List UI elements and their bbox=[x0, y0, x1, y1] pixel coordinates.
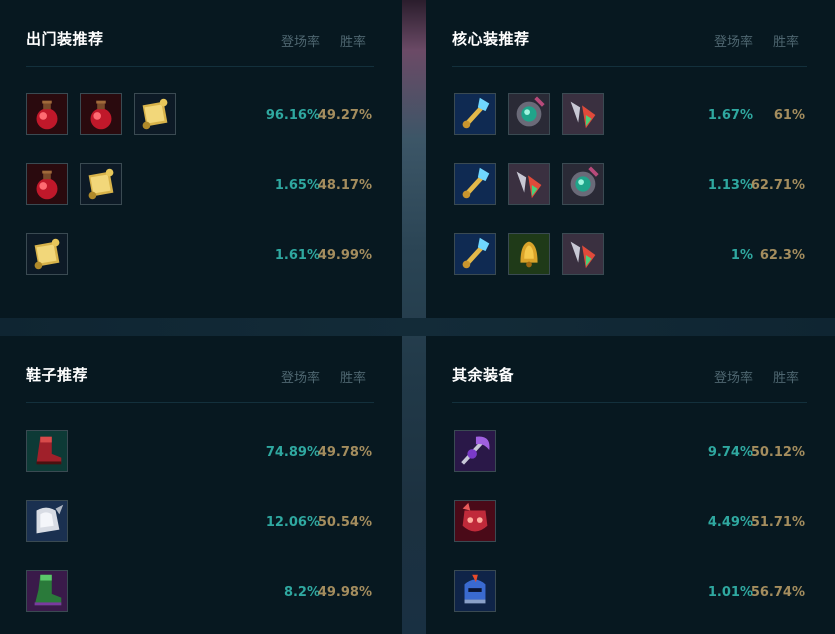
build-row: 1.65% 48.17% bbox=[26, 163, 374, 207]
emerald-orb-staff-icon[interactable] bbox=[562, 163, 604, 205]
panel-divider bbox=[0, 318, 835, 336]
crystal-scepter-icon[interactable] bbox=[454, 93, 496, 135]
panel-header: 其余装备 登场率 胜率 bbox=[452, 358, 807, 403]
win-rate: 48.17% bbox=[317, 178, 372, 193]
pick-rate: 1.65% bbox=[274, 178, 320, 193]
win-rate-header[interactable]: 胜率 bbox=[773, 367, 799, 386]
win-rate: 62.3% bbox=[759, 248, 805, 263]
core-items-panel: 核心装推荐 登场率 胜率 1.67% 61% 1.13% 62.71% 1% 6… bbox=[426, 0, 835, 318]
win-rate: 49.27% bbox=[317, 108, 372, 123]
health-potion-icon[interactable] bbox=[26, 163, 68, 205]
pick-rate-header[interactable]: 登场率 bbox=[281, 31, 320, 50]
pick-rate: 1.61% bbox=[274, 248, 320, 263]
build-row: 8.2% 49.98% bbox=[26, 570, 374, 614]
win-rate: 61% bbox=[773, 108, 805, 123]
health-potion-icon[interactable] bbox=[26, 93, 68, 135]
boots-panel: 鞋子推荐 登场率 胜率 74.89% 49.78% 12.06% 50.54% … bbox=[0, 336, 402, 634]
win-rate: 56.74% bbox=[750, 585, 805, 600]
green-boots-icon[interactable] bbox=[26, 570, 68, 612]
pick-rate-header[interactable]: 登场率 bbox=[714, 367, 753, 386]
prismatic-blade-icon[interactable] bbox=[508, 163, 550, 205]
build-row: 74.89% 49.78% bbox=[26, 430, 374, 474]
pick-rate: 1.67% bbox=[707, 108, 753, 123]
build-row: 96.16% 49.27% bbox=[26, 93, 374, 137]
crystal-scepter-icon[interactable] bbox=[454, 163, 496, 205]
pick-rate: 8.2% bbox=[283, 585, 320, 600]
starting-items-panel: 出门装推荐 登场率 胜率 96.16% 49.27% 1.65% 48.17% … bbox=[0, 0, 402, 318]
red-boots-icon[interactable] bbox=[26, 430, 68, 472]
background-art bbox=[402, 0, 426, 634]
build-row: 4.49% 51.71% bbox=[452, 500, 807, 544]
build-row: 12.06% 50.54% bbox=[26, 500, 374, 544]
pick-rate-header[interactable]: 登场率 bbox=[281, 367, 320, 386]
other-items-panel: 其余装备 登场率 胜率 9.74% 50.12% 4.49% 51.71% 1.… bbox=[426, 336, 835, 634]
pick-rate: 96.16% bbox=[265, 108, 320, 123]
prismatic-blade-icon[interactable] bbox=[562, 93, 604, 135]
pick-rate: 1.13% bbox=[707, 178, 753, 193]
win-rate: 49.98% bbox=[317, 585, 372, 600]
win-rate-header[interactable]: 胜率 bbox=[773, 31, 799, 50]
white-boots-icon[interactable] bbox=[26, 500, 68, 542]
crimson-mask-icon[interactable] bbox=[454, 500, 496, 542]
guardian-scroll-icon[interactable] bbox=[134, 93, 176, 135]
win-rate: 49.99% bbox=[317, 248, 372, 263]
pick-rate: 1% bbox=[730, 248, 753, 263]
win-rate: 49.78% bbox=[317, 445, 372, 460]
guardian-scroll-icon[interactable] bbox=[80, 163, 122, 205]
pick-rate: 1.01% bbox=[707, 585, 753, 600]
panel-title: 鞋子推荐 bbox=[26, 366, 89, 384]
emerald-orb-staff-icon[interactable] bbox=[508, 93, 550, 135]
build-row: 1% 62.3% bbox=[452, 233, 807, 277]
build-row: 9.74% 50.12% bbox=[452, 430, 807, 474]
win-rate-header[interactable]: 胜率 bbox=[340, 31, 366, 50]
guardian-scroll-icon[interactable] bbox=[26, 233, 68, 275]
health-potion-icon[interactable] bbox=[80, 93, 122, 135]
panel-header: 鞋子推荐 登场率 胜率 bbox=[26, 358, 374, 403]
pick-rate-header[interactable]: 登场率 bbox=[714, 31, 753, 50]
panel-title: 其余装备 bbox=[452, 366, 515, 384]
win-rate: 50.12% bbox=[750, 445, 805, 460]
prismatic-blade-icon[interactable] bbox=[562, 233, 604, 275]
purple-scythe-icon[interactable] bbox=[454, 430, 496, 472]
build-row: 1.01% 56.74% bbox=[452, 570, 807, 614]
pick-rate: 74.89% bbox=[265, 445, 320, 460]
panel-title: 核心装推荐 bbox=[452, 30, 530, 48]
panel-header: 核心装推荐 登场率 胜率 bbox=[452, 22, 807, 67]
golden-bell-icon[interactable] bbox=[508, 233, 550, 275]
win-rate: 50.54% bbox=[317, 515, 372, 530]
crystal-scepter-icon[interactable] bbox=[454, 233, 496, 275]
build-row: 1.13% 62.71% bbox=[452, 163, 807, 207]
pick-rate: 4.49% bbox=[707, 515, 753, 530]
build-row: 1.61% 49.99% bbox=[26, 233, 374, 277]
panel-header: 出门装推荐 登场率 胜率 bbox=[26, 22, 374, 67]
win-rate: 51.71% bbox=[750, 515, 805, 530]
win-rate-header[interactable]: 胜率 bbox=[340, 367, 366, 386]
pick-rate: 12.06% bbox=[265, 515, 320, 530]
build-row: 1.67% 61% bbox=[452, 93, 807, 137]
panel-title: 出门装推荐 bbox=[26, 30, 104, 48]
pick-rate: 9.74% bbox=[707, 445, 753, 460]
blue-helm-icon[interactable] bbox=[454, 570, 496, 612]
win-rate: 62.71% bbox=[750, 178, 805, 193]
